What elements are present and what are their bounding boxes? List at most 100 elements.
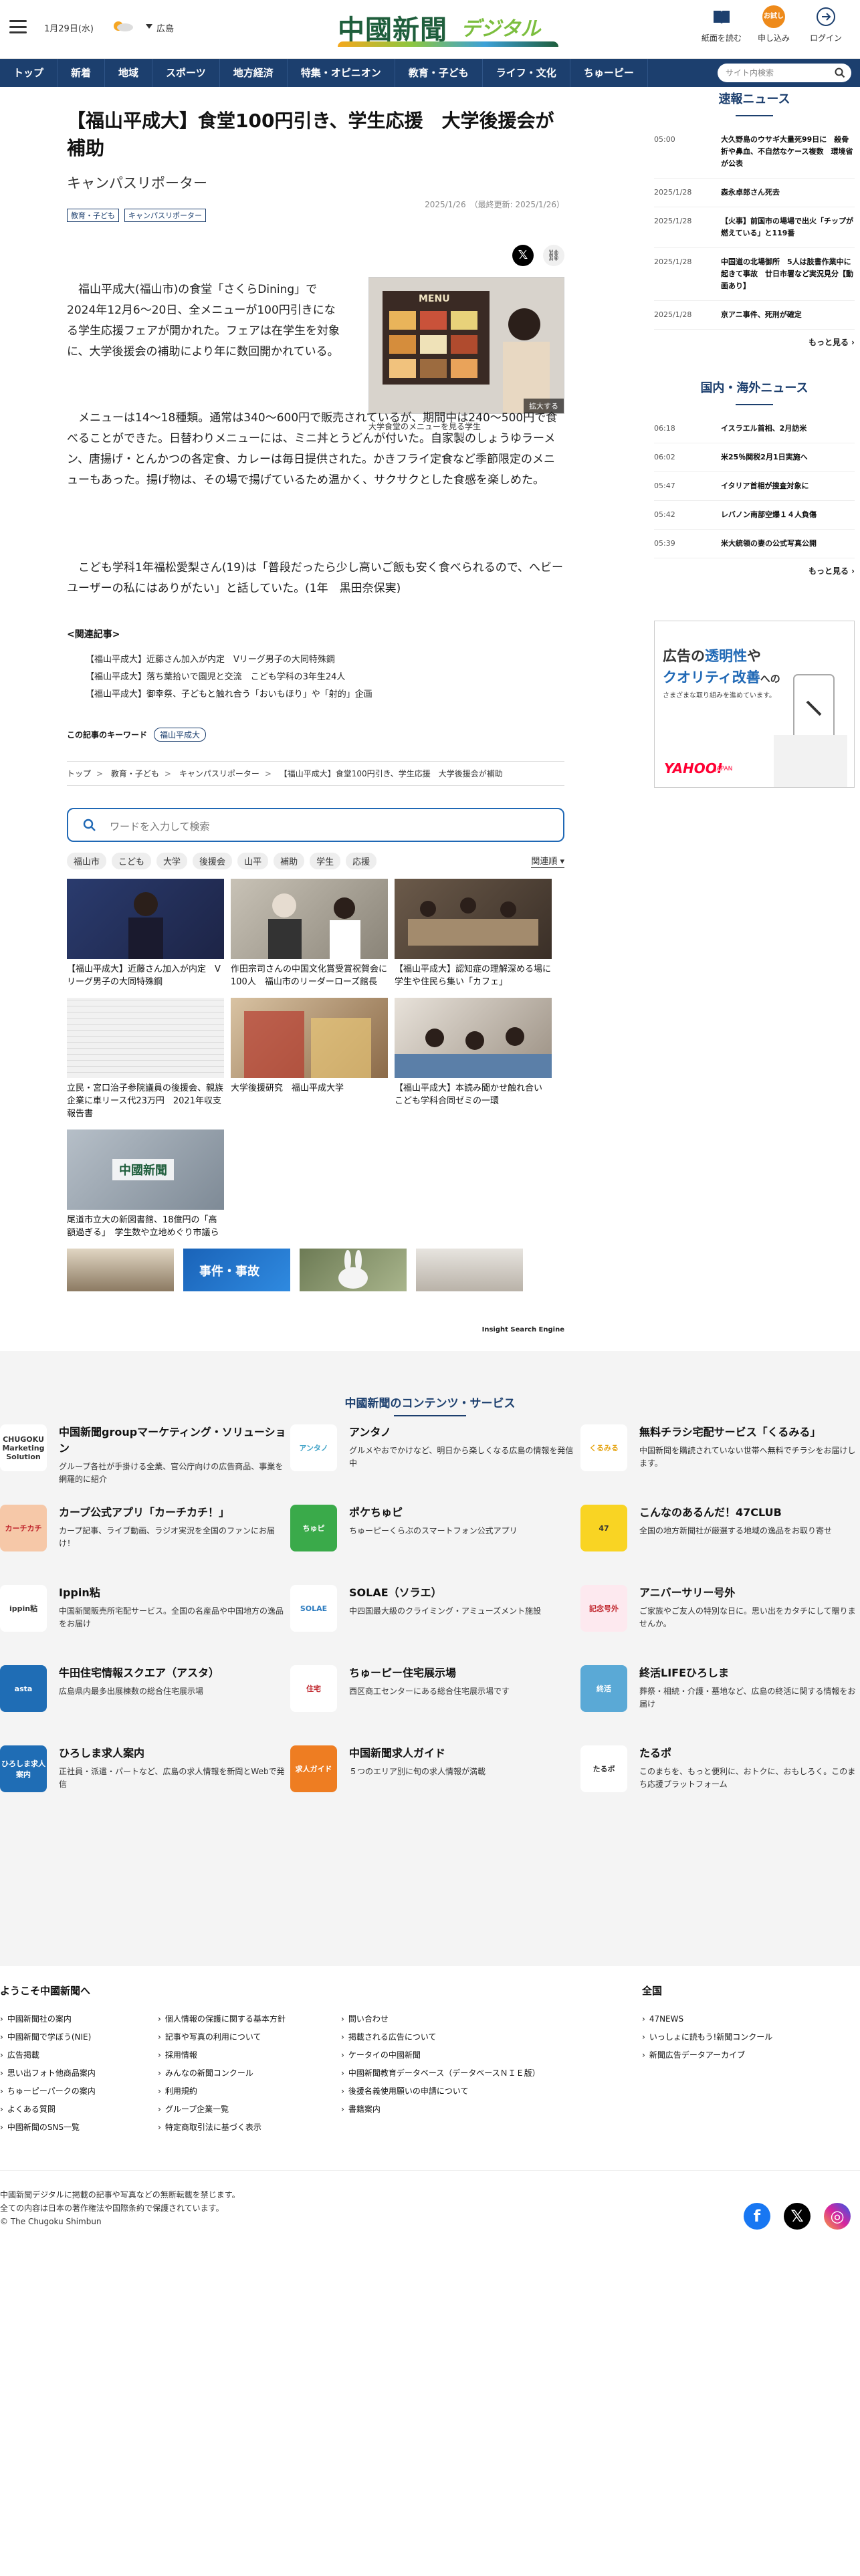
service-item[interactable]: くるみる 無料チラシ宅配サービス「くるみる」 中国新聞を購読されていない世帯へ無料で…: [580, 1424, 860, 1498]
news-item[interactable]: 05:47 イタリア首相が捜査対象に: [654, 476, 855, 501]
yahoo-ad-banner[interactable]: 広告の透明性や クオリティ改善への さまざまな取り組みを進めています。 YAHO…: [654, 621, 855, 788]
service-item[interactable]: ippin粘 Ippin粘 中国新聞販売所宅配サービス。全国の名産品や中国地方の逸品…: [0, 1585, 290, 1658]
ise-keyword[interactable]: 大学: [156, 853, 188, 869]
apply-button[interactable]: お試し 申し込み: [752, 5, 796, 43]
ise-keyword[interactable]: 応援: [346, 853, 377, 869]
strip-item[interactable]: [300, 1249, 407, 1291]
breadcrumb-education[interactable]: 教育・子ども: [111, 769, 159, 778]
site-logo[interactable]: 中國新聞 デジタル: [338, 8, 558, 47]
facebook-icon[interactable]: f: [744, 2203, 770, 2230]
news-item[interactable]: 05:42 レバノン南部空爆１４人負傷: [654, 505, 855, 530]
nav-chupi[interactable]: ちゅーピー: [570, 59, 648, 87]
service-item[interactable]: ひろしま求人案内 ひろしま求人案内 正社員・派遣・パートなど、広島の求人情報を新聞と…: [0, 1745, 290, 1819]
related-link[interactable]: 【福山平成大】御幸祭、子どもと触れ合う「おいもほり」や「射的」企画: [86, 686, 564, 704]
footer-link[interactable]: 中國新聞教育データベース（データベースＮＩＥ版）: [341, 2064, 540, 2082]
footer-link[interactable]: 中國新聞のSNS一覧: [0, 2119, 96, 2137]
ise-keyword[interactable]: 学生: [310, 853, 341, 869]
ise-keyword[interactable]: こども: [112, 853, 152, 869]
service-item[interactable]: 47 こんなのあるんだ！47CLUB 全国の地方新聞社が厳選する地域の逸品をお取り寄…: [580, 1505, 860, 1578]
service-item[interactable]: ちゅピ ポケちゅピ ちゅーピーくらぶのスマートフォン公式アプリ: [290, 1505, 580, 1578]
more-breaking-link[interactable]: もっと見る: [654, 336, 855, 348]
service-item[interactable]: CHUGOKU Marketing Solution 中国新聞groupマーケティ…: [0, 1424, 290, 1498]
x-icon[interactable]: 𝕏: [784, 2203, 811, 2230]
area-selector[interactable]: 広島: [146, 21, 174, 34]
news-item[interactable]: 2025/1/28 京アニ事件、死刑が確定: [654, 305, 855, 330]
nav-opinion[interactable]: 特集・オピニオン: [288, 59, 395, 87]
news-item[interactable]: 05:00 大久野島のウサギ大量死99日に 殺骨折や鼻血、不自然なケース複数 環境…: [654, 130, 855, 179]
footer-link[interactable]: 採用情報: [158, 2046, 286, 2064]
menu-icon[interactable]: [9, 20, 27, 33]
more-world-link[interactable]: もっと見る: [654, 565, 855, 576]
result-card[interactable]: 作田宗司さんの中国文化賞受賞祝賀会に100人 福山市のリーダーローズ館長: [231, 879, 388, 988]
nav-economy[interactable]: 地方経済: [220, 59, 288, 87]
ise-keyword[interactable]: 山平: [237, 853, 269, 869]
paper-button[interactable]: 紙面を読む: [700, 5, 744, 43]
footer-link[interactable]: ケータイの中國新聞: [341, 2046, 540, 2064]
footer-link[interactable]: 書籍案内: [341, 2101, 540, 2119]
service-item[interactable]: カーチカチ カープ公式アプリ「カーチカチ！」 カープ記事、ライブ動画、ラジオ実況を全…: [0, 1505, 290, 1578]
result-card[interactable]: 【福山平成大】本読み聞かせ触れ合い こども学科合同ゼミの一環: [395, 998, 552, 1120]
link-copy-icon[interactable]: ⛓: [543, 245, 564, 266]
login-button[interactable]: ログイン: [804, 5, 848, 43]
news-item[interactable]: 05:39 米大統領の妻の公式写真公開: [654, 534, 855, 558]
footer-link[interactable]: グループ企業一覧: [158, 2101, 286, 2119]
service-item[interactable]: たるポ たるポ このまちを、もっと便利に、おトクに、おもしろく。このまち応援プラット…: [580, 1745, 860, 1819]
ise-search-input[interactable]: ワードを入力して検索: [67, 808, 564, 842]
breadcrumb-top[interactable]: トップ: [67, 769, 91, 778]
ise-keyword[interactable]: 福山市: [67, 853, 107, 869]
footer-link[interactable]: 思い出フォト他商品案内: [0, 2064, 96, 2082]
service-item[interactable]: SOLAE SOLAE（ソラエ） 中四国最大級のクライミング・アミューズメント施設: [290, 1585, 580, 1658]
footer-link[interactable]: 47NEWS: [642, 2010, 772, 2028]
footer-link[interactable]: 個人情報の保護に関する基本方針: [158, 2010, 286, 2028]
related-link[interactable]: 【福山平成大】落ち葉拾いで園児と交流 こども学科の3年生24人: [86, 669, 564, 686]
footer-link[interactable]: 中國新聞で学ぼう(NIE): [0, 2028, 96, 2046]
news-item[interactable]: 2025/1/28 中国道の北場御所 5人は肢書作業中に起きて事故 廿日市署など実…: [654, 252, 855, 301]
footer-link[interactable]: 中國新聞社の案内: [0, 2010, 96, 2028]
service-item[interactable]: アンタノ アンタノ グルメやおでかけなど、明日から楽しくなる広島の情報を発信中: [290, 1424, 580, 1498]
footer-link[interactable]: 掲載される広告について: [341, 2028, 540, 2046]
nav-region[interactable]: 地域: [105, 59, 153, 87]
ise-keyword[interactable]: 後援会: [193, 853, 233, 869]
service-item[interactable]: 記念号外 アニバーサリー号外 ご家族やご友人の特別な日に。思い出をカタチにして贈りま…: [580, 1585, 860, 1658]
keyword-tag[interactable]: 福山平成大: [154, 728, 207, 742]
related-link[interactable]: 【福山平成大】近藤さん加入が内定 Vリーグ男子の大同特殊鋼: [86, 651, 564, 669]
nav-life[interactable]: ライフ・文化: [483, 59, 570, 87]
result-card[interactable]: 大学後援研究 福山平成大学: [231, 998, 388, 1120]
news-item[interactable]: 06:18 イスラエル首相、2月訪米: [654, 419, 855, 443]
sort-dropdown[interactable]: 関連順 ▾: [531, 854, 564, 868]
footer-link[interactable]: 新聞広告データアーカイブ: [642, 2046, 772, 2064]
strip-item[interactable]: [67, 1249, 174, 1291]
footer-link[interactable]: みんなの新聞コンクール: [158, 2064, 286, 2082]
service-item[interactable]: 終活 終活LIFEひろしま 葬祭・相続・介護・墓地など、広島の終活に関する情報をお届…: [580, 1665, 860, 1739]
tag-campus-reporter[interactable]: キャンパスリポーター: [124, 209, 206, 222]
footer-link[interactable]: いっしょに読もう!新聞コンクール: [642, 2028, 772, 2046]
nav-education[interactable]: 教育・子ども: [395, 59, 483, 87]
news-item[interactable]: 06:02 米25％関税2月1日実施へ: [654, 447, 855, 472]
x-share-icon[interactable]: 𝕏: [512, 245, 534, 266]
footer-link[interactable]: 記事や写真の利用について: [158, 2028, 286, 2046]
footer-link[interactable]: よくある質問: [0, 2101, 96, 2119]
article-photo[interactable]: MENU 拡大する: [368, 277, 564, 414]
result-card[interactable]: 中國新聞 尾道市立大の新図書館、18億円の「高額過ぎる」 学生数や立地めぐり市議ら: [67, 1130, 224, 1239]
footer-link[interactable]: 広告掲載: [0, 2046, 96, 2064]
news-item[interactable]: 2025/1/28 【火事】前国市の場場で出火「チップが燃えている」と119番: [654, 211, 855, 248]
result-card[interactable]: 【福山平成大】近藤さん加入が内定 Vリーグ男子の大同特殊鋼: [67, 879, 224, 988]
result-card[interactable]: 立民・宮口治子参院議員の後援会、親族企業に車リース代23万円 2021年収支報告…: [67, 998, 224, 1120]
result-card[interactable]: 【福山平成大】認知症の理解深める場に 学生や住民ら集い「カフェ」: [395, 879, 560, 988]
strip-item[interactable]: [416, 1249, 523, 1291]
footer-link[interactable]: ちゅーピーパークの案内: [0, 2082, 96, 2101]
tag-education[interactable]: 教育・子ども: [67, 209, 119, 222]
service-item[interactable]: 求人ガイド 中国新聞求人ガイド ５つのエリア別に旬の求人情報が満載: [290, 1745, 580, 1819]
footer-link[interactable]: 利用規約: [158, 2082, 286, 2101]
footer-link[interactable]: 問い合わせ: [341, 2010, 540, 2028]
nav-sports[interactable]: スポーツ: [152, 59, 220, 87]
news-item[interactable]: 2025/1/28 森永卓郎さん死去: [654, 183, 855, 207]
instagram-icon[interactable]: ◎: [824, 2203, 851, 2230]
search-icon[interactable]: [835, 68, 845, 78]
nav-top[interactable]: トップ: [0, 59, 58, 87]
strip-item[interactable]: 事件・事故: [183, 1249, 290, 1291]
site-search-input[interactable]: サイト内検索: [718, 64, 851, 82]
footer-link[interactable]: 後援名義使用願いの申請について: [341, 2082, 540, 2101]
footer-link[interactable]: 特定商取引法に基づく表示: [158, 2119, 286, 2137]
service-item[interactable]: 住宅 ちゅーピー住宅展示場 西区商工センターにある総合住宅展示場です: [290, 1665, 580, 1739]
